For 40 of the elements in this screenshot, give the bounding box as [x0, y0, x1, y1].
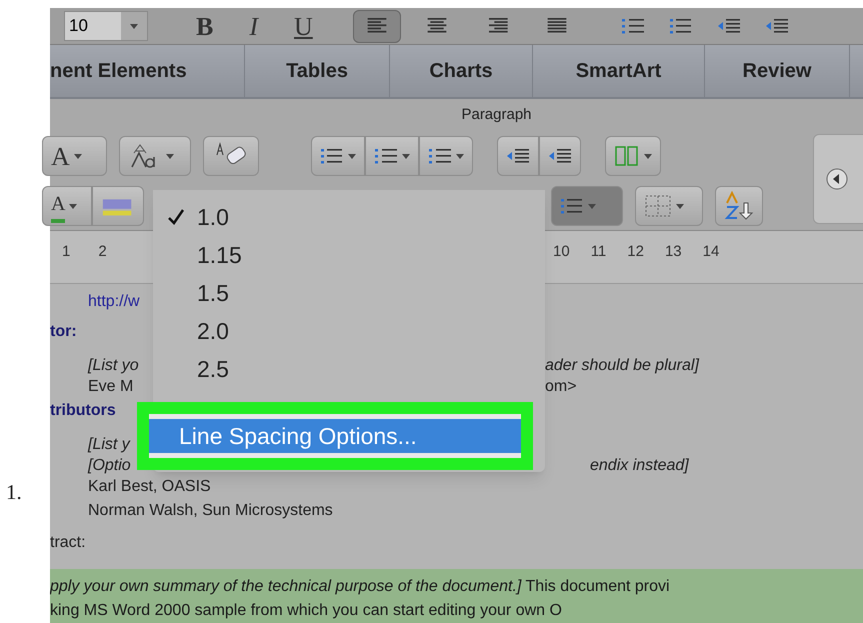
- document-text: tract:: [50, 534, 86, 551]
- list-number: 1.: [6, 478, 23, 506]
- ruler-mark: 14: [702, 242, 720, 262]
- menu-item[interactable]: Line Spacing Options...: [149, 419, 521, 453]
- document-text: tor:: [50, 323, 77, 340]
- ribbon-tab[interactable]: SmartArt: [533, 45, 705, 97]
- menu-item[interactable]: 1.5: [153, 274, 545, 312]
- ribbon-tab[interactable]: nent Elements: [50, 45, 245, 97]
- format-button[interactable]: I: [249, 6, 258, 46]
- document-text: [Optio: [88, 457, 131, 474]
- ruler-mark: 2: [98, 242, 107, 262]
- document-text: Norman Walsh, Sun Microsystems: [88, 502, 333, 519]
- font-size-field[interactable]: 10: [64, 11, 148, 41]
- document-text: om>: [545, 377, 577, 397]
- document-text: http://w: [88, 293, 140, 310]
- ruler-mark: 1: [62, 242, 70, 262]
- format-button[interactable]: B: [196, 6, 214, 46]
- menu-item[interactable]: 1.15: [153, 236, 545, 274]
- ribbon-tab[interactable]: Tables: [245, 45, 390, 97]
- ruler-mark: 12: [627, 242, 644, 262]
- text-color-button[interactable]: A: [42, 186, 92, 226]
- menu-item[interactable]: 2.0: [153, 312, 545, 350]
- document-text: endix instead]: [590, 456, 689, 475]
- document-text: [List y: [88, 436, 130, 453]
- font-color-button[interactable]: A: [42, 136, 107, 176]
- document-text: [List yo: [88, 357, 139, 374]
- format-button[interactable]: U: [294, 6, 313, 46]
- menu-item[interactable]: 2.5: [153, 350, 545, 388]
- ribbon-tab[interactable]: Charts: [390, 45, 533, 97]
- ruler-mark: 13: [664, 242, 682, 262]
- menu-item[interactable]: 1.0: [153, 198, 545, 236]
- ruler-mark: 11: [590, 242, 606, 262]
- paragraph-line: king MS Word 2000 sample from which you can start editing your own O: [50, 601, 563, 621]
- group-label: Paragraph: [461, 104, 532, 125]
- document-text: ader should be plural]: [545, 356, 699, 375]
- ruler-mark: 10: [553, 242, 570, 262]
- document-text: tributors: [50, 402, 116, 419]
- document-text: Eve M: [88, 378, 134, 395]
- document-text: Karl Best, OASIS: [88, 478, 211, 495]
- ribbon-tab[interactable]: Review: [705, 45, 850, 97]
